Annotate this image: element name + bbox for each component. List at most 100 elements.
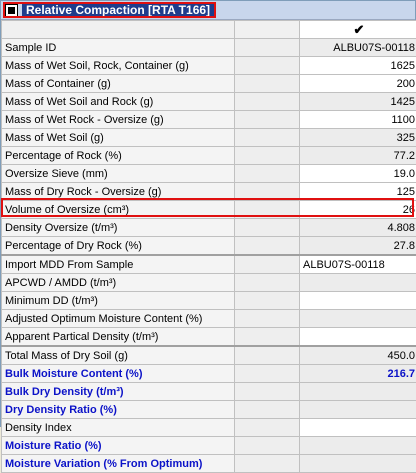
moisture-ratio-value [300,437,416,455]
import-mdd-sample-input[interactable]: ALBU07S-00118 [300,255,416,274]
row-label: Apparent Partical Density (t/m³) [2,328,235,347]
row-spacer [235,437,300,455]
row-label: Mass of Wet Soil, Rock, Container (g) [2,57,235,75]
row-spacer [235,183,300,201]
row-percentage-rock: Percentage of Rock (%) 77.2 [2,147,416,165]
row-moisture-ratio: Moisture Ratio (%) [2,437,416,455]
row-spacer [235,401,300,419]
adjusted-omc-value [300,310,416,328]
row-label: Mass of Wet Rock - Oversize (g) [2,111,235,129]
row-label: Total Mass of Dry Soil (g) [2,346,235,365]
row-spacer [235,201,300,219]
row-spacer [235,219,300,237]
row-label: Moisture Variation (% From Optimum) [2,455,235,473]
row-moisture-variation: Moisture Variation (% From Optimum) [2,455,416,473]
row-total-mass-dry-soil: Total Mass of Dry Soil (g) 450.0 [2,346,416,365]
density-oversize-value: 4.808 [300,219,416,237]
row-mass-container: Mass of Container (g) 200 [2,75,416,93]
row-label: Mass of Dry Rock - Oversize (g) [2,183,235,201]
row-spacer [235,93,300,111]
mass-wet-rock-oversize-input[interactable]: 1100 [300,111,416,129]
select-checkbox[interactable]: ✔ [300,21,416,39]
row-mass-wet-soil-rock: Mass of Wet Soil and Rock (g) 1425 [2,93,416,111]
mass-dry-rock-oversize-input[interactable]: 125 [300,183,416,201]
mass-container-input[interactable]: 200 [300,75,416,93]
row-percentage-dry-rock: Percentage of Dry Rock (%) 27.8 [2,237,416,256]
row-label: Adjusted Optimum Moisture Content (%) [2,310,235,328]
oversize-sieve-input[interactable]: 19.0 [300,165,416,183]
row-label: Minimum DD (t/m³) [2,292,235,310]
row-mass-wet-soil-rock-container: Mass of Wet Soil, Rock, Container (g) 16… [2,57,416,75]
row-spacer [235,383,300,401]
row-spacer [235,274,300,292]
density-index-input[interactable] [300,419,416,437]
row-spacer [235,237,300,256]
row-apparent-particle-density: Apparent Partical Density (t/m³) [2,328,416,347]
row-label: Dry Density Ratio (%) [2,401,235,419]
row-spacer [235,75,300,93]
row-label: Mass of Wet Soil and Rock (g) [2,93,235,111]
window-menu-icon[interactable] [5,4,18,17]
data-grid: ✔ Sample ID ALBU07S-00118 Mass of Wet So… [1,20,416,473]
row-adjusted-omc: Adjusted Optimum Moisture Content (%) [2,310,416,328]
row-density-oversize: Density Oversize (t/m³) 4.808 [2,219,416,237]
row-spacer [235,310,300,328]
sample-id-value: ALBU07S-00118 [300,39,416,57]
dry-density-ratio-value [300,401,416,419]
row-bulk-dry-density: Bulk Dry Density (t/m³) [2,383,416,401]
row-spacer [235,419,300,437]
moisture-variation-value [300,455,416,473]
grid-header-row: ✔ [2,21,416,39]
row-spacer [235,165,300,183]
mass-wet-soil-value: 325 [300,129,416,147]
row-spacer [235,455,300,473]
mass-wet-soil-rock-value: 1425 [300,93,416,111]
row-label: Oversize Sieve (mm) [2,165,235,183]
row-volume-oversize: Volume of Oversize (cm³) 26 [2,201,416,219]
row-spacer [235,346,300,365]
row-spacer [235,328,300,347]
row-oversize-sieve: Oversize Sieve (mm) 19.0 [2,165,416,183]
row-label: Moisture Ratio (%) [2,437,235,455]
row-mass-wet-rock-oversize: Mass of Wet Rock - Oversize (g) 1100 [2,111,416,129]
row-spacer [235,147,300,165]
row-label: APCWD / AMDD (t/m³) [2,274,235,292]
row-bulk-moisture-content: Bulk Moisture Content (%) 216.7 [2,365,416,383]
row-label: Bulk Dry Density (t/m³) [2,383,235,401]
row-spacer [235,255,300,274]
row-spacer [235,39,300,57]
row-import-mdd: Import MDD From Sample ALBU07S-00118 [2,255,416,274]
row-spacer [235,365,300,383]
volume-oversize-input[interactable]: 26 [300,201,416,219]
row-label: Volume of Oversize (cm³) [2,201,235,219]
row-spacer [235,57,300,75]
row-label: Bulk Moisture Content (%) [2,365,235,383]
row-mass-wet-soil: Mass of Wet Soil (g) 325 [2,129,416,147]
row-label: Mass of Container (g) [2,75,235,93]
window-title: Relative Compaction [RTA T166] [22,3,214,18]
row-spacer [235,292,300,310]
bulk-dry-density-value [300,383,416,401]
percentage-rock-value: 77.2 [300,147,416,165]
bulk-moisture-content-value: 216.7 [300,365,416,383]
check-icon: ✔ [354,22,365,37]
title-bar: Relative Compaction [RTA T166] [1,1,415,20]
apparent-particle-density-input[interactable] [300,328,416,347]
total-mass-dry-soil-value: 450.0 [300,346,416,365]
row-minimum-dd: Minimum DD (t/m³) [2,292,416,310]
row-mass-dry-rock-oversize: Mass of Dry Rock - Oversize (g) 125 [2,183,416,201]
minimum-dd-input[interactable] [300,292,416,310]
header-label-cell [2,21,235,39]
apcwd-amdd-value [300,274,416,292]
row-spacer [235,111,300,129]
row-label: Percentage of Dry Rock (%) [2,237,235,256]
row-apcwd-amdd: APCWD / AMDD (t/m³) [2,274,416,292]
mass-wet-soil-rock-container-input[interactable]: 1625 [300,57,416,75]
row-label: Sample ID [2,39,235,57]
row-label: Density Index [2,419,235,437]
row-label: Percentage of Rock (%) [2,147,235,165]
row-dry-density-ratio: Dry Density Ratio (%) [2,401,416,419]
row-label: Mass of Wet Soil (g) [2,129,235,147]
row-label: Import MDD From Sample [2,255,235,274]
row-density-index: Density Index [2,419,416,437]
